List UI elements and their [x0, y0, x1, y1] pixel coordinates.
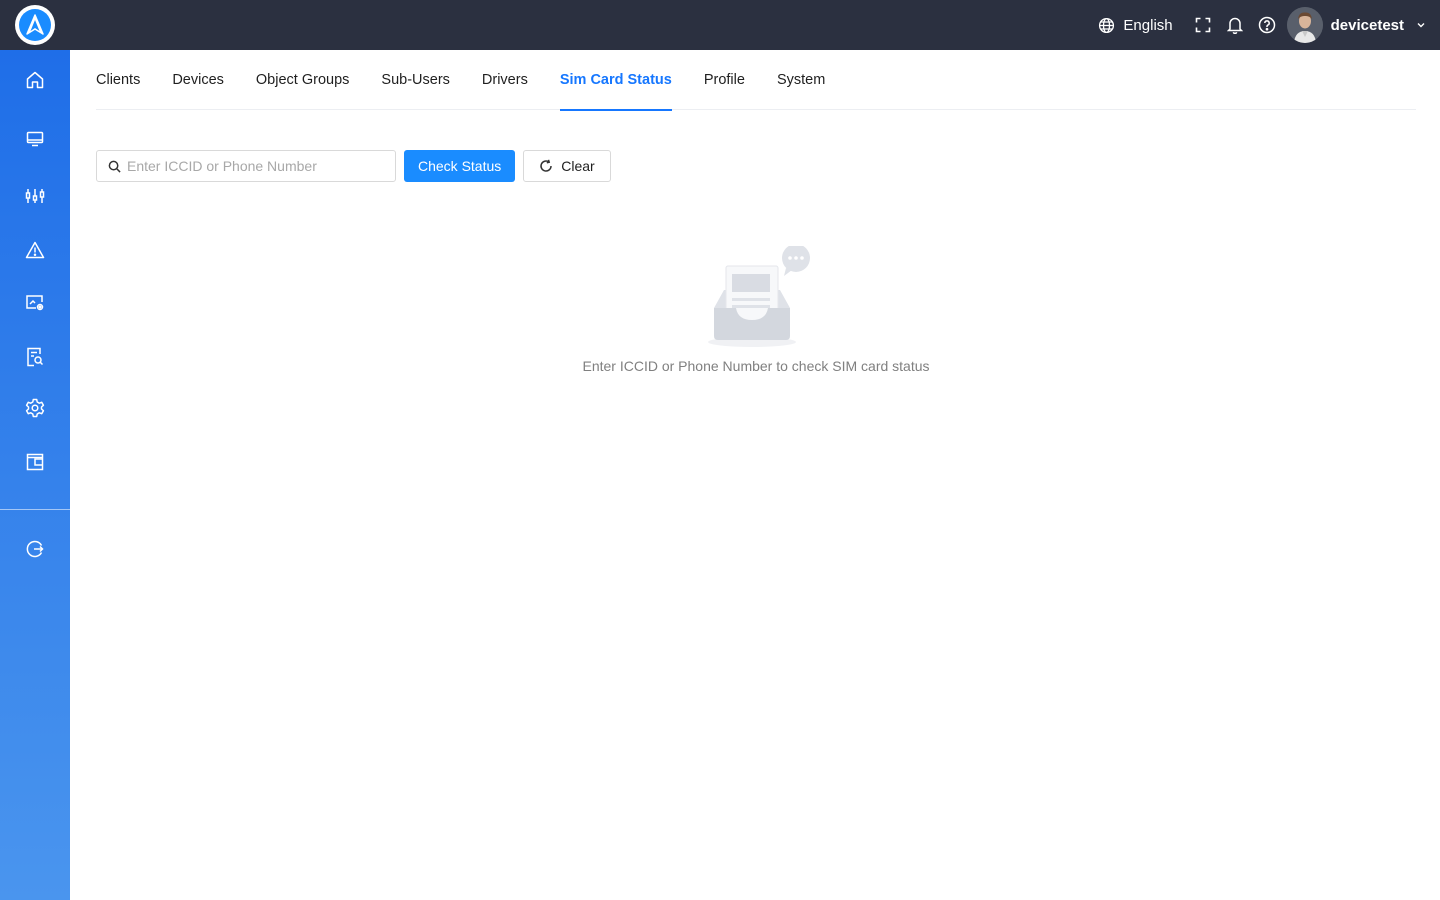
tab-devices[interactable]: Devices: [172, 50, 224, 110]
search-field: [96, 150, 396, 182]
sidebar-item-logout[interactable]: [0, 529, 70, 569]
avatar: [1286, 7, 1323, 43]
sidebar-item-home[interactable]: [0, 60, 70, 100]
logout-icon: [26, 540, 44, 558]
tab-object-groups[interactable]: Object Groups: [256, 50, 350, 110]
username: devicetest: [1330, 16, 1404, 34]
empty-state-message: Enter ICCID or Phone Number to check SIM…: [582, 358, 930, 374]
empty-inbox-icon: [708, 246, 810, 347]
monitor-icon: [26, 131, 44, 147]
sidebar-item-screen-settings[interactable]: [0, 283, 70, 323]
user-menu[interactable]: devicetest: [1286, 7, 1426, 43]
globe-icon: [1099, 17, 1115, 33]
fullscreen-button[interactable]: [1187, 0, 1219, 50]
help-icon: [1258, 16, 1275, 34]
logo-icon: [19, 9, 51, 41]
main-content: Clients Devices Object Groups Sub-Users …: [70, 50, 1440, 900]
language-label: English: [1123, 16, 1173, 34]
sidebar-divider: [0, 509, 70, 510]
search-toolbar: Check Status Clear: [96, 150, 611, 182]
app-logo[interactable]: [15, 5, 55, 45]
warning-icon: [25, 241, 45, 259]
reload-icon: [540, 159, 553, 172]
check-status-button[interactable]: Check Status: [404, 150, 516, 182]
language-selector[interactable]: English: [1098, 16, 1173, 34]
tab-drivers[interactable]: Drivers: [482, 50, 528, 110]
top-bar: English devicetest: [0, 0, 1440, 50]
tab-sim-card-status[interactable]: Sim Card Status: [559, 50, 672, 111]
tab-sub-users[interactable]: Sub-Users: [381, 50, 450, 110]
tab-clients[interactable]: Clients: [96, 50, 140, 110]
tab-profile[interactable]: Profile: [704, 50, 745, 110]
tab-bar: Clients Devices Object Groups Sub-Users …: [96, 50, 1416, 111]
wallet-icon: [26, 453, 44, 471]
gear-icon: [25, 398, 45, 418]
equalizer-icon: [25, 189, 45, 203]
chevron-down-icon: [1417, 23, 1425, 28]
sidebar-item-equalizer[interactable]: [0, 176, 70, 216]
clear-button[interactable]: Clear: [523, 150, 611, 182]
sidebar-item-reports[interactable]: [0, 337, 70, 377]
fullscreen-icon: [1195, 17, 1210, 33]
bell-icon: [1226, 17, 1243, 34]
tab-system[interactable]: System: [777, 50, 825, 110]
clear-button-label: Clear: [561, 158, 595, 174]
sidebar-item-monitor[interactable]: [0, 119, 70, 159]
screen-settings-icon: [26, 295, 44, 311]
search-input[interactable]: [127, 158, 387, 174]
sidebar-item-wallet[interactable]: [0, 442, 70, 482]
sidebar: [0, 50, 70, 900]
help-button[interactable]: [1251, 0, 1283, 50]
search-icon: [108, 160, 121, 173]
sidebar-item-settings[interactable]: [0, 388, 70, 428]
notifications-button[interactable]: [1219, 0, 1251, 50]
empty-state: Enter ICCID or Phone Number to check SIM…: [70, 246, 1440, 374]
home-icon: [26, 71, 44, 89]
report-search-icon: [27, 347, 44, 367]
sidebar-item-alarms[interactable]: [0, 230, 70, 270]
